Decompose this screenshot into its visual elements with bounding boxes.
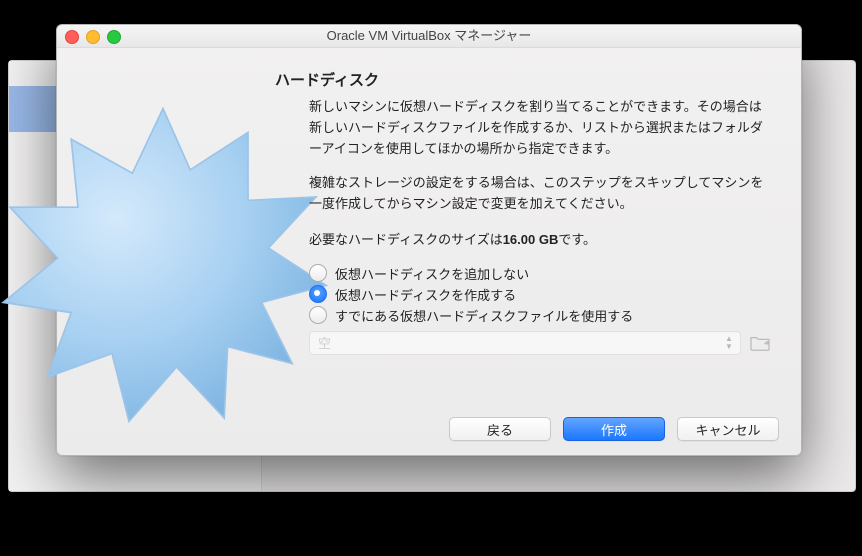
window-title: Oracle VM VirtualBox マネージャー bbox=[327, 28, 532, 43]
button-label: 作成 bbox=[601, 420, 627, 439]
wizard-paragraph-1: 新しいマシンに仮想ハードディスクを割り当てることができます。その場合は新しいハー… bbox=[309, 97, 771, 159]
create-button[interactable]: 作成 bbox=[563, 417, 665, 441]
recommended-size-line: 必要なハードディスクのサイズは16.00 GBです。 bbox=[309, 229, 771, 248]
combo-value: 空 bbox=[318, 333, 331, 352]
button-label: 戻る bbox=[487, 420, 513, 439]
zoom-icon[interactable] bbox=[107, 30, 121, 44]
size-suffix: です。 bbox=[558, 232, 596, 247]
radio-icon[interactable] bbox=[309, 285, 327, 303]
titlebar: Oracle VM VirtualBox マネージャー bbox=[57, 25, 801, 48]
size-prefix: 必要なハードディスクのサイズは bbox=[309, 232, 503, 247]
wizard-heading: ハードディスク bbox=[275, 69, 379, 90]
minimize-icon[interactable] bbox=[86, 30, 100, 44]
radio-label: 仮想ハードディスクを作成する bbox=[335, 285, 516, 304]
radio-no-disk[interactable]: 仮想ハードディスクを追加しない bbox=[309, 264, 771, 283]
radio-label: すでにある仮想ハードディスクファイルを使用する bbox=[335, 306, 633, 325]
back-button[interactable]: 戻る bbox=[449, 417, 551, 441]
radio-icon[interactable] bbox=[309, 306, 327, 324]
existing-disk-combo[interactable]: 空 ▲▼ bbox=[309, 331, 741, 355]
radio-label: 仮想ハードディスクを追加しない bbox=[335, 264, 529, 283]
wizard-sheet: Oracle VM VirtualBox マネージャー ハードディスク 新しいマ… bbox=[56, 24, 802, 456]
cancel-button[interactable]: キャンセル bbox=[677, 417, 779, 441]
radio-create-disk[interactable]: 仮想ハードディスクを作成する bbox=[309, 285, 771, 304]
traffic-lights bbox=[65, 30, 121, 44]
wizard-button-bar: 戻る 作成 キャンセル bbox=[449, 417, 779, 441]
wizard-paragraph-2: 複雑なストレージの設定をする場合は、このステップをスキップしてマシンを一度作成し… bbox=[309, 173, 771, 215]
close-icon[interactable] bbox=[65, 30, 79, 44]
wizard-content: 新しいマシンに仮想ハードディスクを割り当てることができます。その場合は新しいハー… bbox=[309, 97, 771, 355]
radio-use-existing[interactable]: すでにある仮想ハードディスクファイルを使用する bbox=[309, 306, 771, 325]
folder-browse-icon[interactable] bbox=[749, 334, 771, 352]
chevron-updown-icon: ▲▼ bbox=[722, 334, 736, 352]
existing-disk-row: 空 ▲▼ bbox=[309, 331, 771, 355]
size-value: 16.00 GB bbox=[503, 232, 559, 247]
radio-icon[interactable] bbox=[309, 264, 327, 282]
button-label: キャンセル bbox=[695, 420, 760, 439]
